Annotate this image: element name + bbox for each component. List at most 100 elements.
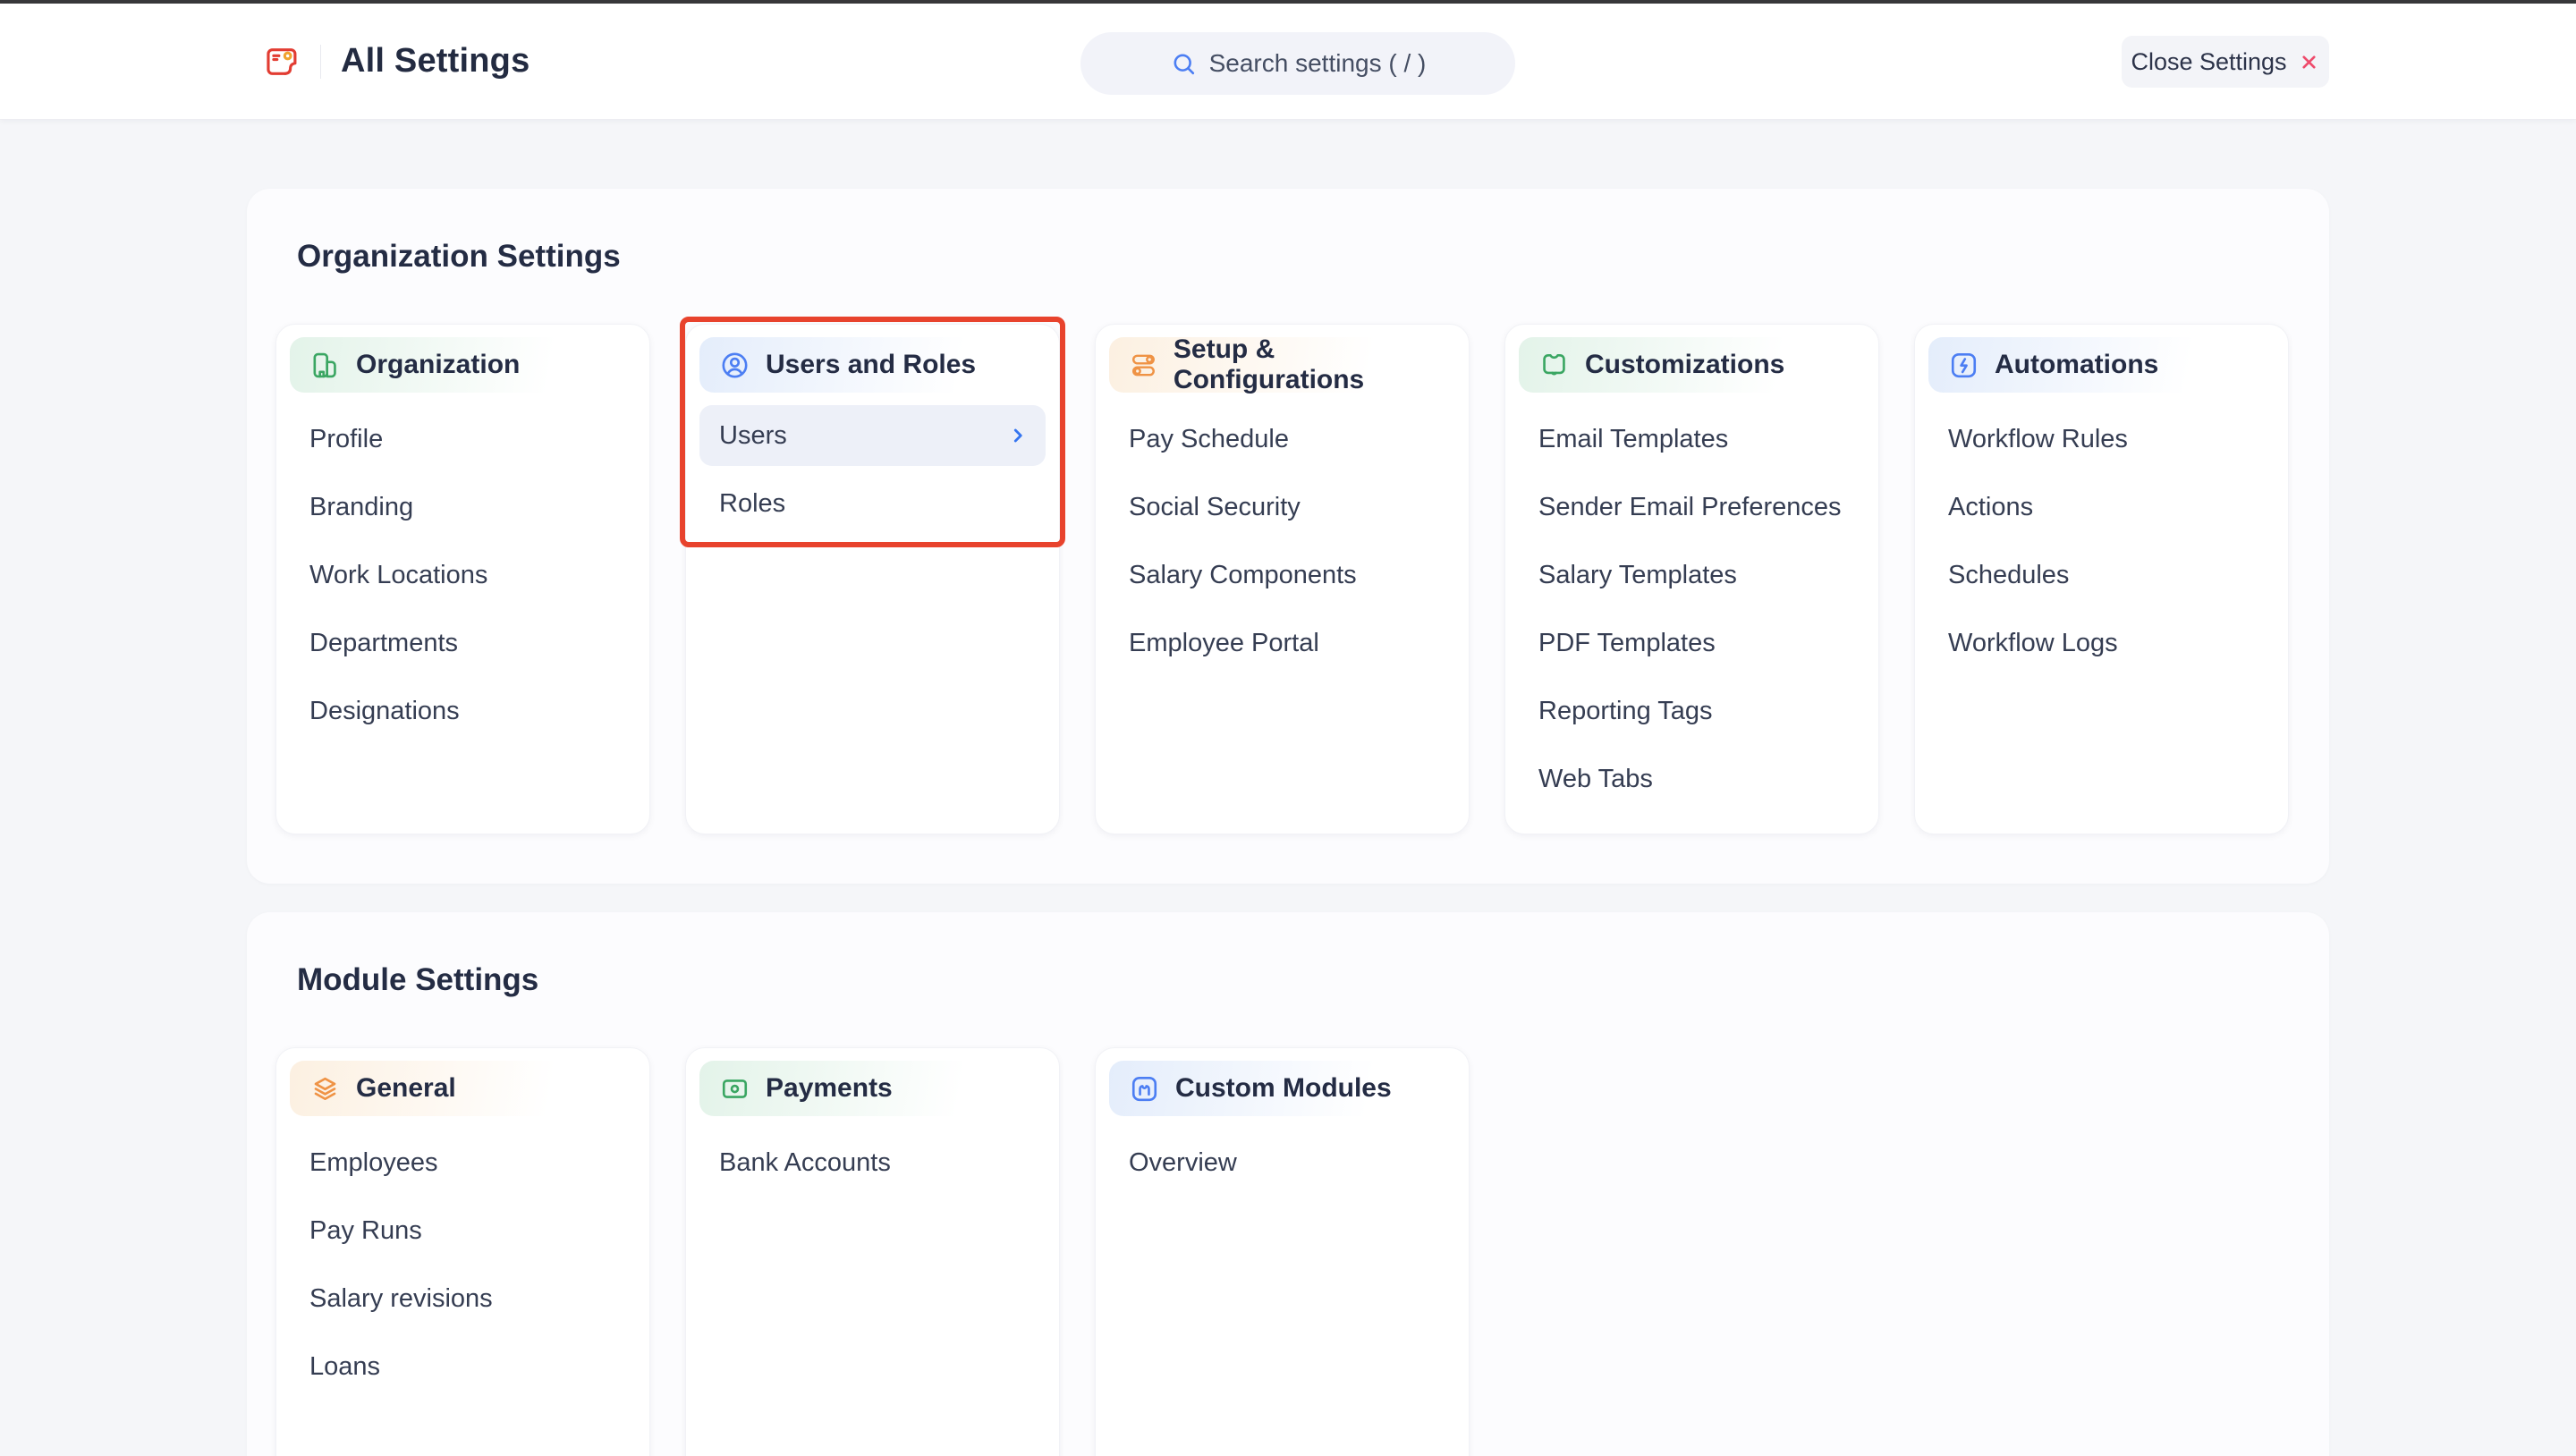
category-title: Automations — [1995, 350, 2158, 380]
settings-item-label: Salary Components — [1129, 561, 1357, 590]
section-heading: Module Settings — [297, 961, 2301, 1000]
settings-item-label: Web Tabs — [1538, 765, 1653, 794]
category-title: Users and Roles — [766, 350, 976, 380]
settings-item-label: Designations — [309, 697, 460, 726]
category-header: Organization — [290, 337, 636, 393]
category-title: Setup & Configurations — [1174, 334, 1455, 395]
settings-item-label: Salary Templates — [1538, 561, 1737, 590]
category-title: General — [356, 1073, 456, 1104]
settings-item-label: Profile — [309, 425, 383, 454]
customize-icon — [1538, 350, 1570, 381]
settings-item[interactable]: Work Locations — [290, 541, 636, 609]
category-items: Employees Pay Runs Salary revisions Loans — [290, 1129, 636, 1401]
settings-item[interactable]: Overview — [1109, 1129, 1455, 1197]
settings-item[interactable]: Employee Portal — [1109, 609, 1455, 677]
settings-item-label: Social Security — [1129, 493, 1301, 522]
category-card: Users and Roles UsersRoles — [685, 324, 1060, 834]
settings-item[interactable]: Loans — [290, 1333, 636, 1401]
settings-item-label: Employees — [309, 1148, 437, 1178]
module-settings-panel: Module Settings General Employees Pay Runs… — [247, 912, 2329, 1456]
category-items: UsersRoles — [699, 405, 1046, 538]
settings-item[interactable]: Salary Templates — [1519, 541, 1865, 609]
category-title: Payments — [766, 1073, 893, 1104]
category-items: Pay Schedule Social Security Salary Compon… — [1109, 405, 1455, 677]
settings-item[interactable]: Designations — [290, 677, 636, 745]
settings-item[interactable]: Branding — [290, 473, 636, 541]
settings-item[interactable]: Workflow Rules — [1928, 405, 2275, 473]
category-header: Custom Modules — [1109, 1061, 1455, 1116]
category-header: Setup & Configurations — [1109, 337, 1455, 393]
page-title: All Settings — [341, 42, 530, 80]
settings-item-label: Employee Portal — [1129, 629, 1319, 658]
category-card: Customizations Email Templates Sender Emai… — [1504, 324, 1879, 834]
search-icon — [1170, 50, 1198, 78]
settings-item-label: Branding — [309, 493, 413, 522]
settings-item-label: Pay Schedule — [1129, 425, 1289, 454]
close-settings-button[interactable]: Close Settings — [2122, 36, 2329, 88]
settings-item-label: Loans — [309, 1352, 380, 1382]
category-card: Automations Workflow Rules Actions Schedule… — [1914, 324, 2289, 834]
settings-item[interactable]: Pay Schedule — [1109, 405, 1455, 473]
settings-item[interactable]: Profile — [290, 405, 636, 473]
category-card: Organization Profile Branding Work Location… — [275, 324, 650, 834]
settings-item-label: Departments — [309, 629, 458, 658]
app-logo — [263, 43, 301, 80]
organization-settings-panel: Organization Settings Organization Profil… — [247, 189, 2329, 884]
category-card: Payments Bank Accounts — [685, 1047, 1060, 1456]
category-items: Workflow Rules Actions Schedules Workflow L… — [1928, 405, 2275, 677]
banknote-icon — [719, 1073, 750, 1105]
search-placeholder: Search settings ( / ) — [1209, 49, 1427, 78]
settings-item-label: PDF Templates — [1538, 629, 1716, 658]
module-icon — [1129, 1073, 1160, 1105]
category-title: Custom Modules — [1175, 1073, 1392, 1104]
settings-item[interactable]: Salary revisions — [290, 1265, 636, 1333]
settings-item[interactable]: Email Templates — [1519, 405, 1865, 473]
category-title: Customizations — [1585, 350, 1784, 380]
category-header: Automations — [1928, 337, 2275, 393]
settings-item[interactable]: PDF Templates — [1519, 609, 1865, 677]
settings-item[interactable]: Schedules — [1928, 541, 2275, 609]
chevron-right-icon — [1006, 424, 1030, 447]
settings-item-label: Reporting Tags — [1538, 697, 1713, 726]
settings-item[interactable]: Departments — [290, 609, 636, 677]
category-title: Organization — [356, 350, 520, 380]
settings-item-label: Bank Accounts — [719, 1148, 891, 1178]
settings-item-label: Pay Runs — [309, 1216, 422, 1246]
settings-item[interactable]: Bank Accounts — [699, 1129, 1046, 1197]
settings-item[interactable]: Social Security — [1109, 473, 1455, 541]
settings-item[interactable]: Roles — [699, 470, 1046, 538]
settings-item[interactable]: Pay Runs — [290, 1197, 636, 1265]
settings-item[interactable]: Workflow Logs — [1928, 609, 2275, 677]
building-icon — [309, 350, 341, 381]
settings-item-label: Actions — [1948, 493, 2033, 522]
settings-item[interactable]: Reporting Tags — [1519, 677, 1865, 745]
settings-item-label: Work Locations — [309, 561, 487, 590]
sliders-icon — [1129, 350, 1158, 381]
search-settings-input[interactable]: Search settings ( / ) — [1080, 32, 1515, 95]
layers-icon — [309, 1073, 341, 1105]
category-columns: Organization Profile Branding Work Location… — [275, 324, 2301, 834]
category-card: Custom Modules Overview — [1095, 1047, 1470, 1456]
settings-item[interactable]: Employees — [290, 1129, 636, 1197]
settings-item-label: Overview — [1129, 1148, 1237, 1178]
settings-item[interactable]: Users — [699, 405, 1046, 466]
category-card: Setup & Configurations Pay Schedule Social… — [1095, 324, 1470, 834]
settings-item[interactable]: Salary Components — [1109, 541, 1455, 609]
header-divider — [320, 45, 321, 79]
category-items: Email Templates Sender Email Preferences S… — [1519, 405, 1865, 813]
category-header: Payments — [699, 1061, 1046, 1116]
section-heading: Organization Settings — [297, 237, 2301, 276]
close-x-icon — [2298, 51, 2320, 73]
settings-item-label: Email Templates — [1538, 425, 1728, 454]
settings-item[interactable]: Web Tabs — [1519, 745, 1865, 813]
category-header: Customizations — [1519, 337, 1865, 393]
settings-item[interactable]: Actions — [1928, 473, 2275, 541]
settings-item-label: Workflow Logs — [1948, 629, 2118, 658]
settings-item[interactable]: Sender Email Preferences — [1519, 473, 1865, 541]
category-header: Users and Roles — [699, 337, 1046, 393]
settings-item-label: Workflow Rules — [1948, 425, 2128, 454]
lightning-icon — [1948, 350, 1979, 381]
category-header: General — [290, 1061, 636, 1116]
category-items: Bank Accounts — [699, 1129, 1046, 1197]
category-columns: General Employees Pay Runs Salary revisions… — [275, 1047, 2301, 1456]
